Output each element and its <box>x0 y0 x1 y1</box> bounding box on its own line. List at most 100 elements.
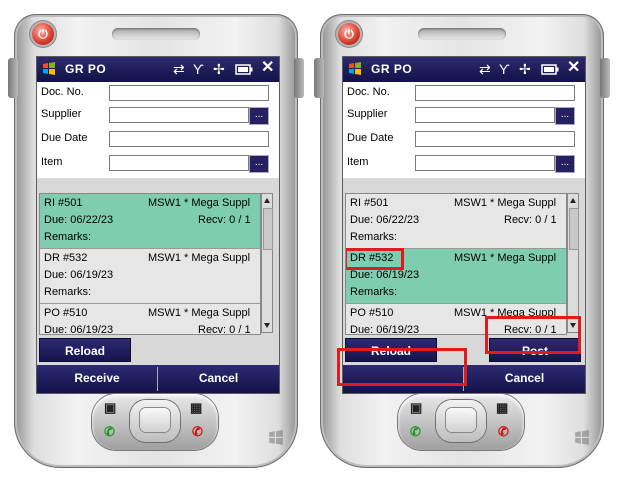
item-lookup-button[interactable]: ... <box>555 155 575 173</box>
item-row: Item ... <box>37 152 279 174</box>
list-item-po-510[interactable]: PO #510 MSW1 * Mega Suppl Due: 06/19/23 … <box>40 304 260 335</box>
list-item-supplier: MSW1 * Mega Suppl <box>148 197 251 209</box>
grid-key-icon[interactable]: ▦ <box>190 400 202 416</box>
due-date-label: Due Date <box>41 132 88 144</box>
list-item-doc: RI #501 <box>44 197 83 209</box>
windows-logo-icon[interactable] <box>348 62 362 76</box>
supplier-input[interactable] <box>109 107 249 123</box>
list-item-supplier: MSW1 * Mega Suppl <box>454 252 557 264</box>
list-item-due: Due: 06/19/23 <box>44 324 114 335</box>
power-icon[interactable]: ⏻ <box>32 23 54 45</box>
due-date-input[interactable] <box>109 131 269 147</box>
dpad-action-button[interactable] <box>446 408 476 432</box>
hardware-navpad: ▣ ▦ ✆ ✆ <box>92 394 218 450</box>
doc-no-input[interactable] <box>415 85 575 101</box>
list-item-due: Due: 06/22/23 <box>350 214 420 226</box>
receive-soft-key[interactable]: Receive <box>37 365 157 393</box>
earpiece-speaker <box>418 28 506 40</box>
list-item-supplier: MSW1 * Mega Suppl <box>148 252 251 264</box>
grid-key-icon[interactable]: ▦ <box>496 400 508 416</box>
app-title: GR PO <box>65 62 107 76</box>
supplier-label: Supplier <box>347 108 388 120</box>
doc-no-row: Doc. No. <box>37 82 279 104</box>
sync-icon[interactable]: ⇄ <box>173 60 185 78</box>
list-scrollbar[interactable] <box>261 193 273 333</box>
document-list: RI #501 MSW1 * Mega Suppl Due: 06/22/23 … <box>345 193 567 335</box>
highlight-left-soft-key-box <box>337 348 467 386</box>
item-row: Item ... <box>343 152 585 174</box>
due-date-label: Due Date <box>347 132 394 144</box>
no-signal-icon[interactable]: Ƴ <box>499 60 510 78</box>
scroll-up-icon[interactable] <box>264 198 270 203</box>
soft-key-bar: Receive Cancel <box>37 365 279 393</box>
scroll-thumb[interactable] <box>569 208 579 250</box>
supplier-lookup-button[interactable]: ... <box>555 107 575 125</box>
battery-icon[interactable] <box>541 64 559 75</box>
document-list: RI #501 MSW1 * Mega Suppl Due: 06/22/23 … <box>39 193 261 335</box>
list-item-due: Due: 06/22/23 <box>44 214 114 226</box>
side-button-right[interactable] <box>600 58 610 98</box>
calendar-key-icon[interactable]: ▣ <box>104 400 116 416</box>
list-item-dr-532[interactable]: DR #532 MSW1 * Mega Suppl Due: 06/19/23 … <box>40 249 260 304</box>
list-item-recv: Recv: 0 / 1 <box>198 324 251 335</box>
close-icon[interactable]: ✕ <box>261 59 274 77</box>
title-bar: GR PO ⇄ Ƴ ✢ ✕ <box>343 57 585 82</box>
dpad-action-button[interactable] <box>140 408 170 432</box>
doc-no-input[interactable] <box>109 85 269 101</box>
battery-icon[interactable] <box>235 64 253 75</box>
call-icon[interactable]: ✆ <box>410 424 421 440</box>
no-signal-icon[interactable]: Ƴ <box>193 60 204 78</box>
speaker-muted-icon[interactable]: ✢ <box>519 60 531 78</box>
list-item-due: Due: 06/19/23 <box>350 269 420 281</box>
due-date-row: Due Date <box>343 128 585 150</box>
power-icon[interactable]: ⏻ <box>338 23 360 45</box>
action-bar: Reload <box>37 335 279 365</box>
doc-no-row: Doc. No. <box>343 82 585 104</box>
list-item-remarks: Remarks: <box>350 286 398 298</box>
scroll-down-icon[interactable] <box>264 323 270 328</box>
sync-icon[interactable]: ⇄ <box>479 60 491 78</box>
cancel-soft-key[interactable]: Cancel <box>158 365 279 393</box>
list-item-remarks: Remarks: <box>44 231 92 243</box>
list-item-doc: RI #501 <box>350 197 389 209</box>
due-date-input[interactable] <box>415 131 575 147</box>
search-form: Doc. No. Supplier ... Due Date Item ... <box>343 82 585 178</box>
screen: GR PO ⇄ Ƴ ✢ ✕ Doc. No. Supplier ... Due … <box>36 56 280 394</box>
doc-no-label: Doc. No. <box>347 86 390 98</box>
dpad[interactable] <box>436 400 486 442</box>
list-item-doc: PO #510 <box>350 307 394 319</box>
list-scrollbar[interactable] <box>567 193 579 333</box>
close-icon[interactable]: ✕ <box>567 59 580 77</box>
dpad[interactable] <box>130 400 180 442</box>
side-button-right[interactable] <box>294 58 304 98</box>
supplier-lookup-button[interactable]: ... <box>249 107 269 125</box>
phone-device-right: ⏻ GR PO ⇄ Ƴ ✢ ✕ Doc. No. Supplier ... Du… <box>314 14 610 468</box>
end-call-icon[interactable]: ✆ <box>192 424 203 440</box>
highlight-post-box <box>485 316 581 354</box>
side-button-left[interactable] <box>8 58 18 98</box>
due-date-row: Due Date <box>37 128 279 150</box>
supplier-row: Supplier ... <box>37 104 279 126</box>
scroll-thumb[interactable] <box>263 208 273 250</box>
highlight-dr-532-box <box>346 248 404 270</box>
speaker-muted-icon[interactable]: ✢ <box>213 60 225 78</box>
reload-button[interactable]: Reload <box>39 338 131 362</box>
list-item-doc: PO #510 <box>44 307 88 319</box>
item-input[interactable] <box>415 155 555 171</box>
list-item-ri-501[interactable]: RI #501 MSW1 * Mega Suppl Due: 06/22/23 … <box>40 194 260 249</box>
call-icon[interactable]: ✆ <box>104 424 115 440</box>
cancel-soft-key[interactable]: Cancel <box>464 365 585 393</box>
phone-device-left: ⏻ GR PO ⇄ Ƴ ✢ ✕ Doc. No. Supplier ... Du… <box>8 14 304 468</box>
scroll-up-icon[interactable] <box>570 198 576 203</box>
list-item-recv: Recv: 0 / 1 <box>504 214 557 226</box>
list-item-ri-501[interactable]: RI #501 MSW1 * Mega Suppl Due: 06/22/23 … <box>346 194 566 249</box>
item-lookup-button[interactable]: ... <box>249 155 269 173</box>
supplier-row: Supplier ... <box>343 104 585 126</box>
calendar-key-icon[interactable]: ▣ <box>410 400 422 416</box>
supplier-input[interactable] <box>415 107 555 123</box>
list-item-recv: Recv: 0 / 1 <box>198 214 251 226</box>
windows-logo-icon[interactable] <box>42 62 56 76</box>
item-input[interactable] <box>109 155 249 171</box>
side-button-left[interactable] <box>314 58 324 98</box>
end-call-icon[interactable]: ✆ <box>498 424 509 440</box>
